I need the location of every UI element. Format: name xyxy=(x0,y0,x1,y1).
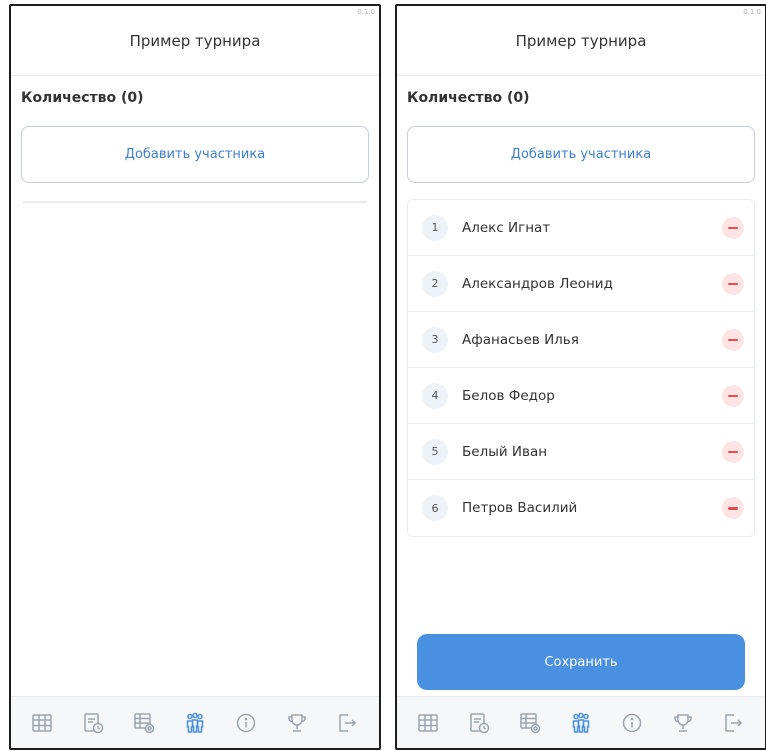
remove-participant-button[interactable] xyxy=(722,272,744,295)
clock-document-icon xyxy=(84,712,104,733)
tab-table[interactable] xyxy=(415,710,441,736)
tab-info[interactable] xyxy=(233,710,259,736)
info-icon xyxy=(236,713,256,732)
participants-icon xyxy=(572,712,590,733)
participant-number: 6 xyxy=(422,495,448,521)
participant-number: 2 xyxy=(422,270,448,297)
participant-name: Алекс Игнат xyxy=(462,219,551,236)
tab-logout[interactable] xyxy=(334,710,360,736)
participant-name: Александров Леонид xyxy=(462,275,613,292)
tab-participants[interactable] xyxy=(182,710,208,736)
info-icon xyxy=(622,713,642,732)
participant-count-label: Количество (0) xyxy=(407,90,530,106)
participant-number: 5 xyxy=(422,438,448,465)
tab-results[interactable] xyxy=(284,710,310,736)
settings-table-icon xyxy=(134,712,155,733)
tab-participants[interactable] xyxy=(568,710,594,736)
list-item: 6 Петров Василий xyxy=(408,480,754,536)
participant-name: Белов Федор xyxy=(462,387,555,404)
tab-schedule[interactable] xyxy=(466,710,492,736)
remove-participant-button[interactable] xyxy=(722,497,744,519)
participant-list: 1 Алекс Игнат 2 Александров Леонид 3 Афа… xyxy=(407,199,755,537)
list-item: 4 Белов Федор xyxy=(408,368,754,424)
list-item: 3 Афанасьев Илья xyxy=(408,312,754,368)
divider xyxy=(23,201,367,203)
bottom-tab-bar xyxy=(11,696,379,748)
list-item: 1 Алекс Игнат xyxy=(408,200,754,256)
list-item: 2 Александров Леонид xyxy=(408,256,754,312)
phone-screen-empty: 0.1.0 Пример турнира Количество (0) Доба… xyxy=(9,4,381,750)
phone-screen-filled: 0.1.0 Пример турнира Количество (0) Доба… xyxy=(395,4,766,750)
list-item: 5 Белый Иван xyxy=(408,424,754,480)
settings-table-icon xyxy=(520,712,541,733)
trophy-icon xyxy=(673,713,692,732)
participant-number: 4 xyxy=(422,382,448,409)
participant-name: Белый Иван xyxy=(462,443,548,460)
remove-participant-button[interactable] xyxy=(722,384,744,407)
bottom-tab-bar xyxy=(397,696,765,748)
trophy-icon xyxy=(287,713,306,732)
participant-name: Петров Василий xyxy=(462,500,578,516)
tab-settings-table[interactable] xyxy=(131,710,157,736)
participant-count-label: Количество (0) xyxy=(21,90,144,106)
add-participant-button[interactable]: Добавить участника xyxy=(407,126,755,183)
remove-participant-button[interactable] xyxy=(722,440,744,463)
table-icon xyxy=(418,713,439,732)
tab-schedule[interactable] xyxy=(80,710,106,736)
remove-participant-button[interactable] xyxy=(722,328,744,351)
tab-results[interactable] xyxy=(670,710,696,736)
participant-number: 1 xyxy=(422,214,448,241)
tab-logout[interactable] xyxy=(720,710,746,736)
page-title: Пример турнира xyxy=(397,6,765,76)
participant-name: Афанасьев Илья xyxy=(462,331,579,348)
logout-icon xyxy=(725,713,743,732)
participant-number: 3 xyxy=(422,326,448,353)
table-icon xyxy=(32,713,53,732)
save-button[interactable]: Сохранить xyxy=(417,634,745,690)
tab-info[interactable] xyxy=(619,710,645,736)
participants-icon xyxy=(186,712,204,733)
clock-document-icon xyxy=(470,712,490,733)
page-title: Пример турнира xyxy=(11,6,379,76)
remove-participant-button[interactable] xyxy=(722,216,744,239)
tab-settings-table[interactable] xyxy=(517,710,543,736)
add-participant-button[interactable]: Добавить участника xyxy=(21,126,369,183)
tab-table[interactable] xyxy=(29,710,55,736)
logout-icon xyxy=(339,713,357,732)
